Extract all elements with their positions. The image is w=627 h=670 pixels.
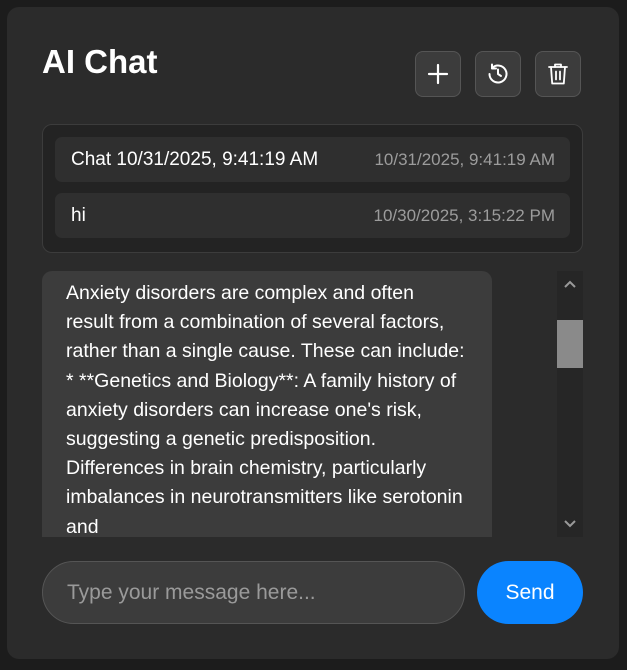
scrollbar-thumb[interactable] xyxy=(557,320,583,368)
message-input[interactable] xyxy=(42,561,465,624)
history-icon xyxy=(488,63,508,84)
plus-icon xyxy=(427,63,449,85)
message-area: Anxiety disorders are complex and often … xyxy=(42,271,583,537)
history-item-title: hi xyxy=(71,205,86,226)
trash-icon xyxy=(548,63,568,85)
assistant-message: Anxiety disorders are complex and often … xyxy=(42,271,492,537)
scroll-up-arrow[interactable] xyxy=(557,271,583,297)
history-item[interactable]: hi 10/30/2025, 3:15:22 PM xyxy=(55,193,570,238)
new-chat-button[interactable] xyxy=(415,51,461,97)
send-button[interactable]: Send xyxy=(477,561,583,624)
history-item-title: Chat 10/31/2025, 9:41:19 AM xyxy=(71,149,319,170)
history-item-time: 10/30/2025, 3:15:22 PM xyxy=(373,206,555,225)
message-scrollbar[interactable] xyxy=(557,271,583,537)
chevron-down-icon xyxy=(564,520,576,528)
chevron-up-icon xyxy=(564,280,576,288)
delete-button[interactable] xyxy=(535,51,581,97)
page-title: AI Chat xyxy=(42,43,158,80)
scroll-down-arrow[interactable] xyxy=(557,511,583,537)
history-item[interactable]: Chat 10/31/2025, 9:41:19 AM 10/31/2025, … xyxy=(55,137,570,182)
chat-panel: AI Chat Chat 10/31/2025, 9:41:19 AM 10/3… xyxy=(7,7,619,659)
chat-history-list: Chat 10/31/2025, 9:41:19 AM 10/31/2025, … xyxy=(42,124,583,253)
history-button[interactable] xyxy=(475,51,521,97)
message-text: Anxiety disorders are complex and often … xyxy=(66,282,465,537)
history-item-time: 10/31/2025, 9:41:19 AM xyxy=(374,150,555,169)
